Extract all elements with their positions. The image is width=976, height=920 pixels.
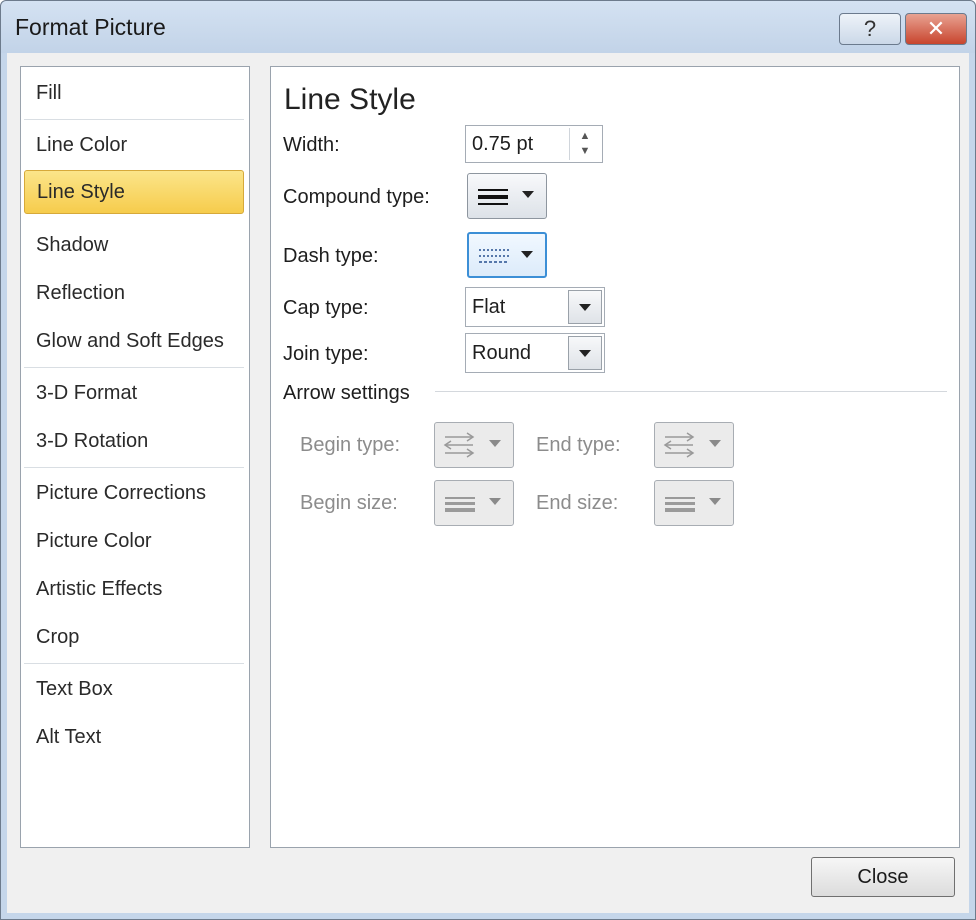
begin-size-dropdown[interactable]	[434, 480, 514, 526]
dashed-lines-icon	[479, 249, 509, 263]
nav-item-crop[interactable]: Crop	[24, 615, 244, 659]
end-size-label: End size:	[536, 492, 619, 514]
begin-type-dropdown[interactable]	[434, 422, 514, 468]
nav-item-glow-soft-edges[interactable]: Glow and Soft Edges	[24, 319, 244, 363]
nav-item-label: Line Color	[36, 133, 128, 156]
end-type-dropdown[interactable]	[654, 422, 734, 468]
arrow-lines-icon	[443, 432, 475, 458]
chevron-down-icon	[489, 498, 501, 505]
nav-item-label: Line Style	[37, 180, 125, 203]
nav-item-label: Alt Text	[36, 725, 102, 748]
nav-item-shadow[interactable]: Shadow	[24, 223, 244, 267]
help-button[interactable]: ?	[839, 13, 901, 45]
chevron-down-icon	[709, 498, 721, 505]
chevron-down-icon	[521, 251, 533, 258]
nav-item-label: Picture Color	[36, 529, 152, 552]
chevron-down-icon	[709, 440, 721, 447]
format-picture-dialog: Format Picture ? ✕ Fill Line Color Line …	[0, 0, 976, 920]
begin-size-label: Begin size:	[300, 492, 398, 514]
close-window-button[interactable]: ✕	[905, 13, 967, 45]
nav-item-line-style[interactable]: Line Style	[24, 170, 244, 214]
compound-lines-icon	[478, 189, 508, 205]
dash-type-label: Dash type:	[283, 245, 379, 267]
dialog-body: Fill Line Color Line Style Shadow Reflec…	[7, 53, 969, 913]
size-lines-icon	[665, 497, 695, 512]
begin-type-label: Begin type:	[300, 434, 401, 456]
close-button-label: Close	[857, 865, 909, 888]
nav-item-label: Reflection	[36, 281, 125, 304]
cap-type-value: Flat	[472, 296, 506, 318]
chevron-down-icon	[579, 350, 591, 357]
nav-item-alt-text[interactable]: Alt Text	[24, 715, 244, 759]
category-list: Fill Line Color Line Style Shadow Reflec…	[20, 66, 250, 848]
nav-item-label: Fill	[36, 81, 62, 104]
join-type-dropdown-button[interactable]	[568, 336, 602, 370]
panel-title: Line Style	[284, 83, 416, 116]
close-icon: ✕	[926, 16, 946, 41]
end-type-label: End type:	[536, 434, 621, 456]
nav-item-label: Glow and Soft Edges	[36, 329, 224, 352]
close-button[interactable]: Close	[811, 857, 955, 897]
nav-separator	[24, 119, 244, 120]
nav-item-label: 3-D Format	[36, 381, 138, 404]
dialog-title: Format Picture	[15, 14, 166, 40]
nav-item-label: Shadow	[36, 233, 109, 256]
width-label: Width:	[283, 134, 340, 156]
arrow-settings-heading: Arrow settings	[283, 382, 410, 404]
size-lines-icon	[445, 497, 475, 512]
line-style-panel: Line Style Width: 0.75 pt ▲ ▼ Compound t…	[270, 66, 960, 848]
nav-item-label: Picture Corrections	[36, 481, 207, 504]
width-spinner[interactable]: 0.75 pt ▲ ▼	[465, 125, 603, 163]
cap-type-select[interactable]: Flat	[465, 287, 605, 327]
compound-type-label: Compound type:	[283, 186, 430, 208]
nav-item-text-box[interactable]: Text Box	[24, 667, 244, 711]
nav-item-artistic-effects[interactable]: Artistic Effects	[24, 567, 244, 611]
chevron-down-icon	[522, 191, 534, 198]
title-bar[interactable]: Format Picture ? ✕	[1, 1, 975, 53]
nav-item-3d-format[interactable]: 3-D Format	[24, 371, 244, 415]
nav-separator	[24, 367, 244, 368]
end-size-dropdown[interactable]	[654, 480, 734, 526]
spin-down-icon[interactable]: ▼	[570, 143, 600, 158]
nav-item-label: Crop	[36, 625, 80, 648]
cap-type-dropdown-button[interactable]	[568, 290, 602, 324]
nav-item-label: Text Box	[36, 677, 113, 700]
help-icon: ?	[863, 16, 877, 41]
nav-item-3d-rotation[interactable]: 3-D Rotation	[24, 419, 244, 463]
arrow-lines-icon	[663, 432, 695, 458]
nav-separator	[24, 467, 244, 468]
nav-item-reflection[interactable]: Reflection	[24, 271, 244, 315]
spinner-arrows[interactable]: ▲ ▼	[569, 128, 600, 160]
section-divider	[435, 391, 947, 392]
compound-type-dropdown[interactable]	[467, 173, 547, 219]
spin-up-icon[interactable]: ▲	[570, 128, 600, 143]
width-value[interactable]: 0.75 pt	[472, 133, 533, 156]
dash-type-dropdown[interactable]	[467, 232, 547, 278]
join-type-select[interactable]: Round	[465, 333, 605, 373]
nav-separator	[24, 663, 244, 664]
nav-item-line-color[interactable]: Line Color	[24, 123, 244, 167]
nav-item-label: Artistic Effects	[36, 577, 163, 600]
chevron-down-icon	[579, 304, 591, 311]
nav-item-picture-color[interactable]: Picture Color	[24, 519, 244, 563]
cap-type-label: Cap type:	[283, 297, 369, 319]
chevron-down-icon	[489, 440, 501, 447]
nav-item-picture-corrections[interactable]: Picture Corrections	[24, 471, 244, 515]
join-type-value: Round	[472, 342, 531, 364]
nav-item-label: 3-D Rotation	[36, 429, 149, 452]
join-type-label: Join type:	[283, 343, 369, 365]
nav-item-fill[interactable]: Fill	[24, 71, 244, 115]
